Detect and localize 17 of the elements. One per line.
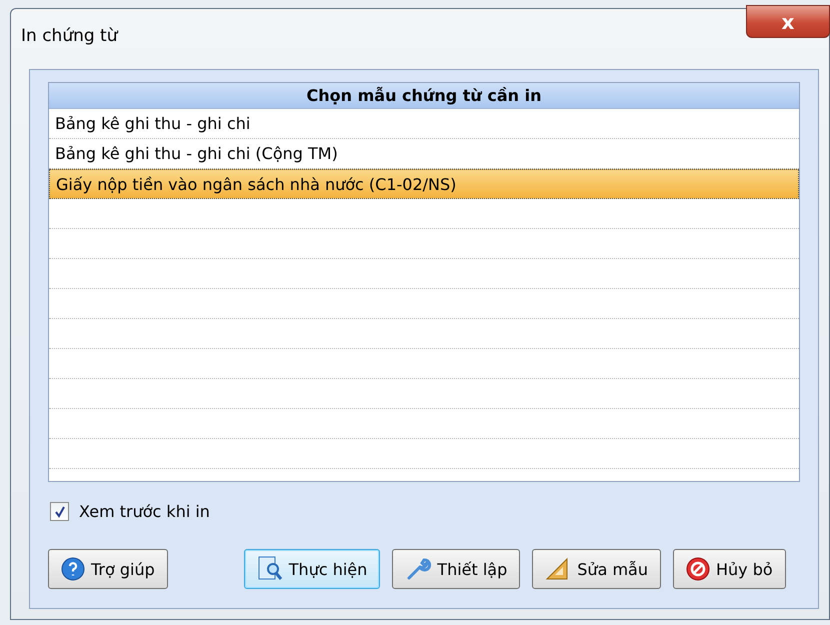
document-magnifier-icon [256,555,283,583]
cancel-icon [686,557,710,581]
list-row[interactable]: Bảng kê ghi thu - ghi chi [49,109,799,139]
checkbox-label: Xem trước khi in [79,502,210,521]
checkbox[interactable] [50,502,69,521]
setup-button[interactable]: Thiết lập [392,549,520,589]
edit-button[interactable]: Sửa mẫu [532,549,661,589]
cancel-button[interactable]: Hủy bỏ [672,549,786,589]
run-button[interactable]: Thực hiện [244,549,380,589]
window-title: In chứng từ [21,26,118,46]
close-button[interactable]: x [746,5,830,38]
help-icon [61,557,85,581]
wrench-icon [405,556,432,582]
check-icon [54,506,66,518]
column-header: Chọn mẫu chứng từ cần in [49,83,799,109]
help-button[interactable]: Trợ giúp [48,549,168,589]
list-row[interactable]: Giấy nộp tiền vào ngân sách nhà nước (C1-02/NS) [49,169,799,199]
